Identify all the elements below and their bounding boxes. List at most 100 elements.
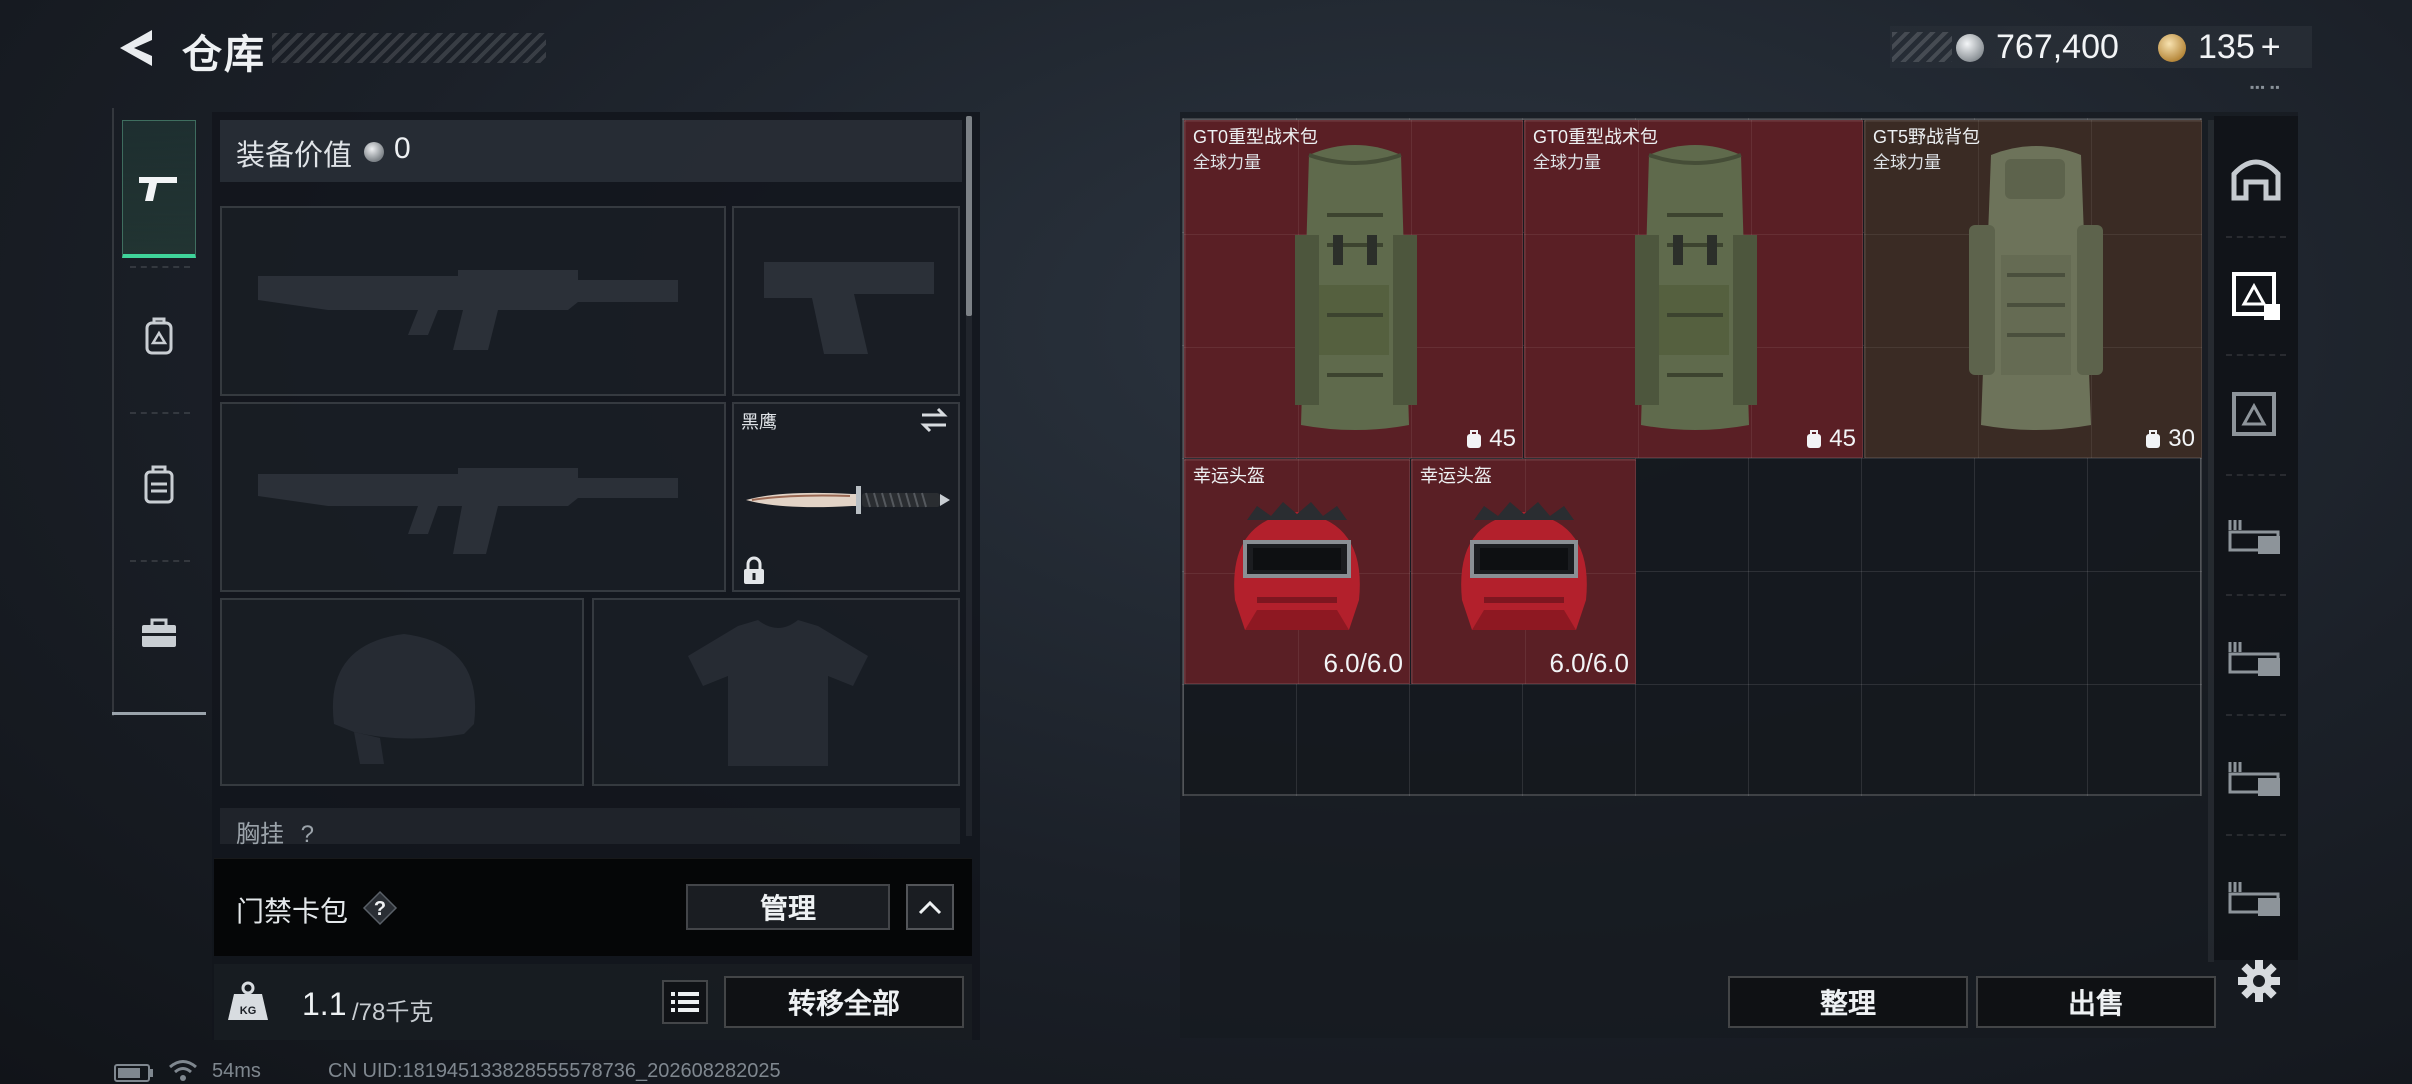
tab-toolbox[interactable] <box>122 564 196 702</box>
backpack-capacity-icon <box>1467 430 1482 448</box>
battery-icon <box>114 1064 153 1082</box>
inventory-item-helmet[interactable]: 幸运头盔 6.0/6.0 <box>1411 459 1636 684</box>
inventory-item-backpack[interactable]: GT0重型战术包 全球力量 45 <box>1184 120 1523 458</box>
item-capacity-value: 45 <box>1489 425 1516 452</box>
title-stripe-decoration <box>272 33 546 63</box>
item-capacity: 45 <box>1465 425 1516 453</box>
storage-locked-icon <box>2228 882 2280 916</box>
item-name: 幸运头盔 <box>1420 466 1492 486</box>
tab-storage-page-6[interactable] <box>2224 866 2288 930</box>
backpack-helmet-icon <box>145 317 173 355</box>
storage-box-active-icon <box>2232 272 2280 320</box>
tab-storage-page-2[interactable] <box>2224 384 2288 448</box>
help-icon[interactable]: ? <box>362 890 398 926</box>
wifi-icon <box>169 1060 197 1081</box>
help-icon-glyph: ? <box>374 898 386 920</box>
user-uid: CN UID:181945133828555578736_20260828202… <box>328 1060 781 1082</box>
tab-storage-home[interactable] <box>2224 146 2288 210</box>
silver-coin-icon <box>1956 34 1984 62</box>
tab-helmet-pack[interactable] <box>122 268 196 406</box>
tab-separator <box>2226 354 2286 356</box>
tactical-backpack-icon <box>1295 145 1417 430</box>
tab-separator <box>130 412 190 414</box>
storage-locked-icon <box>2228 762 2280 796</box>
chest-rig-row[interactable] <box>220 808 960 844</box>
tab-separator <box>130 560 190 562</box>
tab-rail-bottom-line <box>112 712 206 715</box>
inventory-item-backpack[interactable]: GT0重型战术包 全球力量 45 <box>1524 120 1863 458</box>
tab-storage-page-1[interactable] <box>2224 264 2288 328</box>
currency-stripe-decoration <box>1892 32 1952 62</box>
helmet-item-icon <box>1234 502 1360 630</box>
inventory-item-backpack[interactable]: GT5野战背包 全球力量 30 <box>1864 120 2202 458</box>
tab-storage-page-5[interactable] <box>2224 746 2288 810</box>
back-arrow-icon[interactable] <box>112 24 160 72</box>
storage-locked-icon <box>2228 520 2280 554</box>
inventory-item-helmet[interactable]: 幸运头盔 6.0/6.0 <box>1184 459 1410 684</box>
secondary-weapon-slot[interactable] <box>220 402 726 592</box>
equipment-scrollbar-thumb[interactable] <box>966 116 972 316</box>
weight-current: 1.1 <box>302 986 347 1022</box>
transfer-all-button[interactable]: 转移全部 <box>724 976 964 1028</box>
equipment-value-amount: 0 <box>394 132 411 165</box>
item-capacity-value: 30 <box>2168 425 2195 452</box>
storage-locked-icon <box>2228 642 2280 676</box>
tab-storage-page-4[interactable] <box>2224 626 2288 690</box>
lock-icon <box>744 556 764 584</box>
storage-house-icon <box>2231 159 2281 201</box>
item-capacity: 30 <box>2144 425 2195 453</box>
equipment-value-label: 装备价值 <box>236 140 353 172</box>
primary-weapon-slot[interactable] <box>220 206 726 396</box>
melee-item-name: 黑鹰 <box>741 412 777 432</box>
item-brand: 全球力量 <box>1193 153 1261 172</box>
item-name: 幸运头盔 <box>1193 466 1265 486</box>
tab-separator <box>2226 714 2286 716</box>
svg-text:KG: KG <box>240 1005 257 1017</box>
tab-storage-page-3[interactable] <box>2224 504 2288 568</box>
sell-button[interactable]: 出售 <box>1976 976 2216 1028</box>
tab-separator <box>2226 594 2286 596</box>
gold-coin-icon <box>2158 34 2186 62</box>
tactical-backpack-icon <box>1635 145 1757 430</box>
helmet-item-icon <box>1461 502 1587 630</box>
silver-coin-amount: 767,400 <box>1996 28 2119 66</box>
chest-rig-label: 胸挂 ? <box>236 814 314 849</box>
field-backpack-icon <box>1969 146 2103 430</box>
page-title: 仓库 <box>182 33 266 77</box>
manage-button[interactable]: 管理 <box>686 884 890 930</box>
sidearm-slot[interactable] <box>732 206 960 396</box>
sort-button[interactable]: 整理 <box>1728 976 1968 1028</box>
rifle-silhouette-icon <box>258 270 678 350</box>
weight-kg-icon: KG <box>228 981 268 1020</box>
pistol-icon <box>139 176 177 201</box>
chevron-up-icon <box>918 900 942 915</box>
item-capacity: 45 <box>1805 425 1856 453</box>
helmet-silhouette-icon <box>332 634 476 764</box>
tab-weapons[interactable] <box>122 120 196 258</box>
gear-icon[interactable] <box>2236 958 2282 1004</box>
network-ping: 54ms <box>212 1060 261 1082</box>
decoration-dots: ▪▪▪ ▪▪ <box>2250 80 2281 94</box>
right-tab-scroll-track[interactable] <box>2208 120 2214 962</box>
list-view-button[interactable] <box>662 980 708 1024</box>
helmet-slot[interactable] <box>220 598 584 786</box>
collapse-button[interactable] <box>906 884 954 930</box>
chest-rig-label-text: 胸挂 <box>236 821 284 848</box>
tab-separator <box>2226 474 2286 476</box>
swap-icon[interactable] <box>918 406 950 434</box>
chest-rig-help-icon[interactable]: ? <box>301 821 314 848</box>
backpack-capacity-icon <box>2146 430 2161 448</box>
item-capacity-value: 45 <box>1829 425 1856 452</box>
toolbox-icon <box>142 618 176 647</box>
gold-coin-amount[interactable]: 135 + <box>2198 28 2281 67</box>
silver-coin-icon <box>364 142 384 162</box>
add-gold-button[interactable]: + <box>2261 28 2281 66</box>
knife-item-icon <box>746 486 950 514</box>
weight-max: /78千克 <box>352 999 434 1026</box>
item-durability: 6.0/6.0 <box>1549 648 1629 678</box>
tab-separator <box>2226 834 2286 836</box>
body-armor-slot[interactable] <box>592 598 960 786</box>
tab-backpack[interactable] <box>122 416 196 554</box>
list-icon <box>671 992 699 1012</box>
gold-coin-value: 135 <box>2198 28 2255 66</box>
